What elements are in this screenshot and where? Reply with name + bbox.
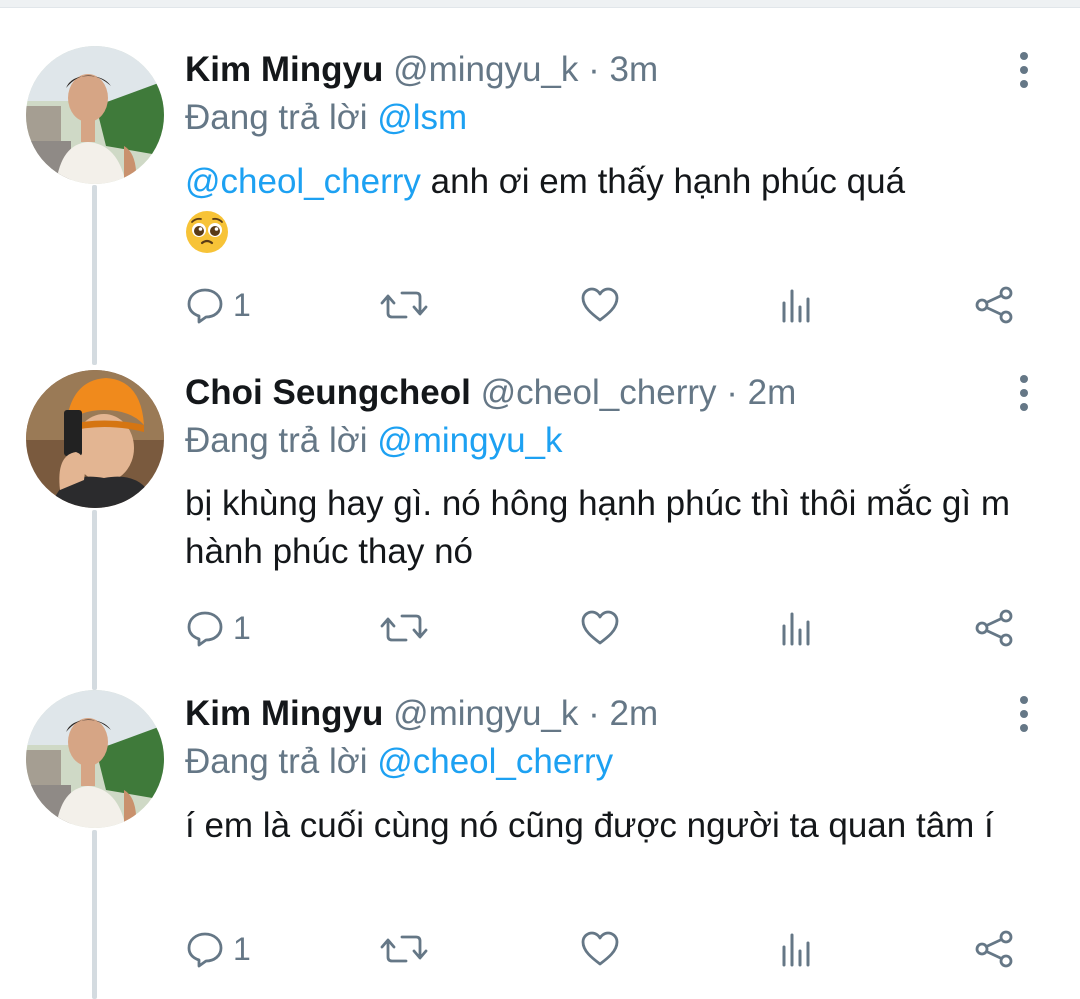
share-button[interactable] [974, 925, 1014, 973]
display-name[interactable]: Kim Mingyu [185, 694, 383, 733]
tweet-actions: 1 [0, 604, 1080, 652]
replying-to: Đang trả lời @cheol_cherry [185, 740, 613, 784]
display-name[interactable]: Kim Mingyu [185, 50, 383, 89]
analytics-button[interactable] [778, 925, 818, 973]
reply-count: 1 [233, 286, 251, 323]
separator: · [588, 694, 600, 733]
retweet-button[interactable] [380, 925, 428, 973]
pleading-face-emoji [185, 210, 229, 254]
reply-icon [187, 932, 223, 968]
retweet-button[interactable] [380, 604, 428, 652]
share-button[interactable] [974, 281, 1014, 329]
retweet-icon [380, 614, 428, 642]
tweet-header: Kim Mingyu @mingyu_k · 2m [185, 692, 658, 736]
more-options-icon[interactable] [1004, 692, 1044, 736]
tweet-text: @cheol_cherry anh ơi em thấy hạnh phúc q… [185, 158, 1055, 254]
more-options-icon[interactable] [1004, 371, 1044, 415]
replying-to-mention[interactable]: @lsm [377, 98, 467, 137]
thread-line [92, 830, 97, 999]
replying-to-mention[interactable]: @mingyu_k [377, 421, 562, 460]
share-icon [975, 609, 1013, 647]
tweet-actions: 1 [0, 925, 1080, 973]
separator: · [588, 50, 600, 89]
like-button[interactable] [580, 604, 620, 652]
username[interactable]: @mingyu_k [393, 50, 578, 89]
tweet-actions: 1 [0, 281, 1080, 329]
more-options-icon[interactable] [1004, 48, 1044, 92]
thread-line [92, 185, 97, 365]
separator: · [726, 373, 738, 412]
avatar[interactable] [26, 690, 164, 828]
tweet-text: í em là cuối cùng nó cũng được người ta … [185, 806, 994, 845]
analytics-button[interactable] [778, 281, 818, 329]
reply-icon [187, 611, 223, 647]
analytics-icon [782, 289, 810, 323]
thread-line [92, 510, 97, 690]
retweet-button[interactable] [380, 281, 428, 329]
reply-button[interactable]: 1 [185, 925, 251, 973]
analytics-icon [782, 612, 810, 646]
reply-button[interactable]: 1 [185, 281, 251, 329]
replying-to-label: Đang trả lời [185, 98, 368, 137]
like-icon [581, 287, 619, 322]
reply-count: 1 [233, 930, 251, 967]
share-button[interactable] [974, 604, 1014, 652]
share-icon [975, 930, 1013, 968]
like-icon [581, 931, 619, 966]
tweet-body: anh ơi em thấy hạnh phúc quá [420, 162, 906, 201]
mention-link[interactable]: @cheol_cherry [185, 162, 421, 201]
reply-button[interactable]: 1 [185, 604, 251, 652]
replying-to-label: Đang trả lời [185, 421, 368, 460]
like-button[interactable] [580, 925, 620, 973]
timestamp[interactable]: 2m [610, 694, 659, 733]
share-icon [975, 286, 1013, 324]
reply-count: 1 [233, 609, 251, 646]
username[interactable]: @mingyu_k [393, 694, 578, 733]
retweet-icon [380, 291, 428, 319]
replying-to: Đang trả lời @lsm [185, 96, 467, 140]
analytics-button[interactable] [778, 604, 818, 652]
tweet-header: Kim Mingyu @mingyu_k · 3m [185, 48, 658, 92]
reply-icon [187, 288, 223, 324]
timestamp[interactable]: 3m [610, 50, 659, 89]
top-divider [0, 0, 1080, 8]
avatar[interactable] [26, 46, 164, 184]
retweet-icon [380, 935, 428, 963]
timestamp[interactable]: 2m [748, 373, 797, 412]
replying-to: Đang trả lời @mingyu_k [185, 419, 563, 463]
like-button[interactable] [580, 281, 620, 329]
tweet-text: bị khùng hay gì. nó hông hạnh phúc thì t… [185, 484, 1010, 571]
like-icon [581, 610, 619, 645]
replying-to-mention[interactable]: @cheol_cherry [377, 742, 613, 781]
replying-to-label: Đang trả lời [185, 742, 368, 781]
avatar[interactable] [26, 370, 164, 508]
analytics-icon [782, 933, 810, 967]
tweet-header: Choi Seungcheol @cheol_cherry · 2m [185, 371, 796, 415]
username[interactable]: @cheol_cherry [481, 373, 717, 412]
display-name[interactable]: Choi Seungcheol [185, 373, 471, 412]
